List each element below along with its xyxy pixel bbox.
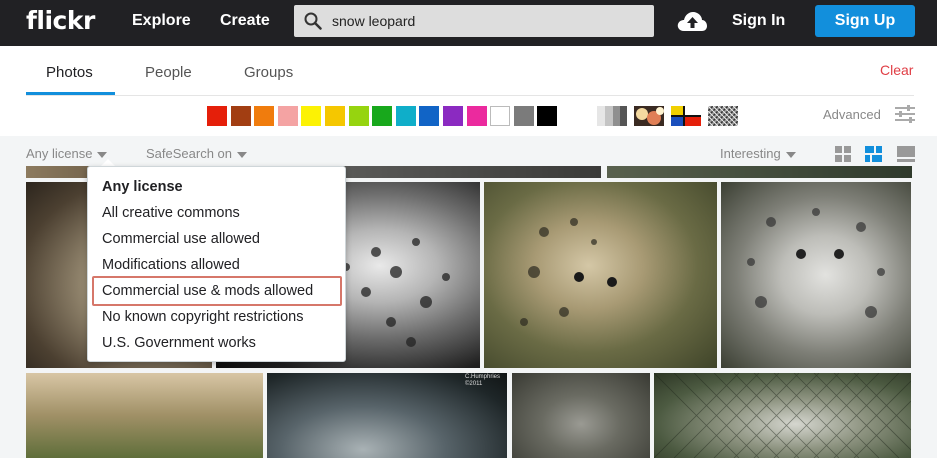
menu-item-modifications[interactable]: Modifications allowed [102, 257, 240, 273]
photo-thumbnail[interactable] [607, 166, 912, 178]
style-minimalist-swatch[interactable] [671, 106, 701, 126]
caret-down-icon [785, 151, 796, 158]
style-patterns-swatch[interactable] [708, 106, 738, 126]
flickr-logo[interactable]: flickr [26, 6, 95, 35]
license-dropdown-menu: Any license All creative commons Commerc… [87, 166, 346, 362]
color-swatch[interactable] [466, 106, 487, 126]
color-swatch[interactable] [301, 106, 322, 126]
tab-groups[interactable]: Groups [244, 64, 293, 81]
menu-item-commercial-use[interactable]: Commercial use allowed [102, 231, 260, 247]
view-justified-icon[interactable] [865, 146, 882, 163]
style-black-and-white-swatch[interactable] [597, 106, 627, 126]
menu-item-commercial-and-mods[interactable]: Commercial use & mods allowed [102, 283, 313, 299]
tab-photos[interactable]: Photos [46, 64, 93, 81]
view-large-icon[interactable] [897, 146, 915, 163]
safesearch-label: SafeSearch on [146, 146, 233, 161]
clear-filters-link[interactable]: Clear [880, 62, 913, 78]
photo-fence-overlay [654, 373, 911, 458]
advanced-search-link[interactable]: Advanced [823, 107, 881, 122]
color-swatch[interactable] [230, 106, 251, 126]
menu-item-all-creative-commons[interactable]: All creative commons [102, 205, 240, 221]
search-box [294, 5, 654, 37]
color-swatch[interactable] [207, 106, 227, 126]
search-input[interactable] [332, 5, 642, 37]
photo-thumbnail[interactable] [721, 182, 911, 368]
color-swatch[interactable] [277, 106, 298, 126]
nav-create[interactable]: Create [220, 12, 270, 30]
divider [26, 95, 914, 96]
color-swatch[interactable] [537, 106, 558, 126]
sort-label: Interesting [720, 146, 781, 161]
sign-up-button[interactable]: Sign Up [815, 5, 915, 37]
color-filter-swatches [207, 106, 558, 126]
license-filter-dropdown[interactable]: Any license [26, 146, 108, 161]
color-swatch[interactable] [372, 106, 393, 126]
color-swatch[interactable] [395, 106, 416, 126]
color-swatch[interactable] [254, 106, 275, 126]
search-icon[interactable] [304, 12, 322, 30]
style-shallow-depth-swatch[interactable] [634, 106, 664, 126]
license-filter-label: Any license [26, 146, 93, 161]
top-navigation-bar: flickr Explore Create Sign In Sign Up [0, 0, 937, 46]
photo-thumbnail[interactable] [512, 373, 650, 458]
search-subheader: Photos People Groups Clear Advanced [0, 46, 937, 136]
safesearch-dropdown[interactable]: SafeSearch on [146, 146, 248, 161]
upload-cloud-icon[interactable] [676, 9, 708, 33]
style-filter-swatches [597, 106, 738, 126]
photo-thumbnail[interactable] [484, 182, 717, 368]
color-swatch[interactable] [490, 106, 511, 126]
color-swatch[interactable] [442, 106, 463, 126]
sign-in-link[interactable]: Sign In [732, 12, 785, 30]
menu-item-no-known-copyright[interactable]: No known copyright restrictions [102, 309, 303, 325]
color-swatch[interactable] [348, 106, 369, 126]
sliders-icon[interactable] [894, 104, 916, 124]
tab-people[interactable]: People [145, 64, 192, 81]
menu-item-any-license[interactable]: Any license [102, 179, 183, 195]
nav-explore[interactable]: Explore [132, 12, 191, 30]
photo-thumbnail[interactable] [26, 373, 263, 458]
photo-thumbnail[interactable]: C.Humphries ©2011 [267, 373, 507, 458]
color-swatch[interactable] [419, 106, 440, 126]
photo-credit-watermark: C.Humphries ©2011 [465, 374, 501, 387]
color-swatch[interactable] [513, 106, 534, 126]
caret-down-icon [97, 151, 108, 158]
sort-dropdown[interactable]: Interesting [720, 146, 796, 161]
photo-thumbnail[interactable] [654, 373, 911, 458]
photo-leopard-spots [520, 218, 617, 326]
menu-item-us-government[interactable]: U.S. Government works [102, 335, 256, 351]
color-swatch[interactable] [324, 106, 345, 126]
photo-leopard-spots [747, 208, 885, 318]
caret-down-icon [237, 151, 248, 158]
view-grid-small-icon[interactable] [835, 146, 852, 163]
